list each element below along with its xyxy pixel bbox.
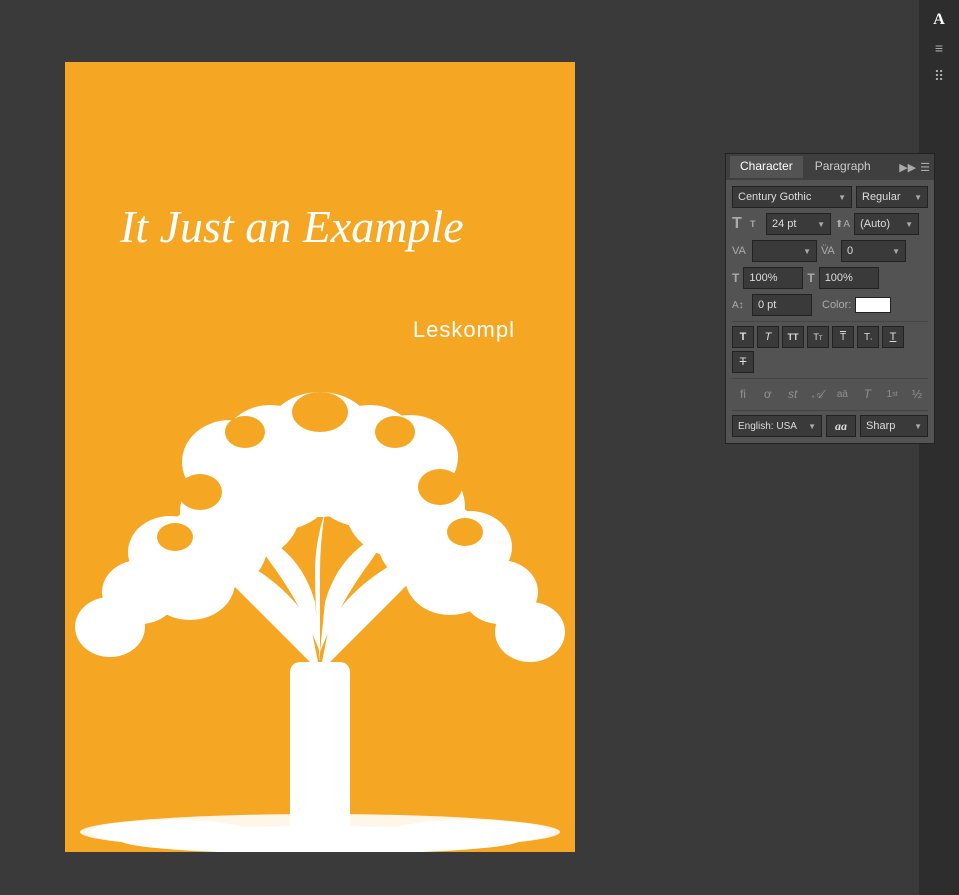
- tracking-input[interactable]: 0 ▼: [841, 240, 906, 262]
- contextual-button[interactable]: T: [856, 383, 878, 405]
- baseline-icon: A↕: [732, 300, 748, 311]
- swash-button[interactable]: 𝒜: [807, 383, 829, 405]
- tab-character[interactable]: Character: [730, 156, 803, 178]
- scale-row: T 100% T 100%: [732, 267, 928, 289]
- tracking-icon: V̈A: [821, 245, 837, 257]
- font-family-row: Century Gothic ▼ Regular ▼: [732, 186, 928, 208]
- panel-menu-icon[interactable]: ☰: [920, 161, 930, 174]
- vertical-scale-input[interactable]: 100%: [743, 267, 803, 289]
- artwork-title: It Just an Example: [120, 202, 464, 253]
- horizontal-scale-icon: T: [807, 271, 814, 285]
- antialias-method-dropdown[interactable]: Sharp ▼: [860, 415, 928, 437]
- bold-button[interactable]: T: [732, 326, 754, 348]
- panel-tab-arrows: ▶▶ ☰: [899, 161, 930, 174]
- leading-icon: ⬆A: [835, 219, 850, 230]
- superscript-button[interactable]: T: [832, 326, 854, 348]
- color-swatch[interactable]: [855, 297, 891, 313]
- titling-button[interactable]: aā: [832, 383, 854, 405]
- leading-input[interactable]: (Auto) ▼: [854, 213, 919, 235]
- panel-tabs: Character Paragraph ▶▶ ☰: [726, 154, 934, 180]
- panel-body: Century Gothic ▼ Regular ▼ T T 24 pt ▼ ⬆…: [726, 180, 934, 443]
- glyph-buttons: fi ơ st 𝒜 aā T 1st ½: [732, 383, 928, 405]
- language-antialias-row: English: USA ▼ aa Sharp ▼: [732, 415, 928, 437]
- font-size-t-small: T: [750, 219, 762, 229]
- horizontal-scale-input[interactable]: 100%: [819, 267, 879, 289]
- panel-expand-icon[interactable]: ▶▶: [899, 161, 916, 174]
- sidebar-icon-grid[interactable]: ⠿: [923, 64, 955, 88]
- font-size-row: T T 24 pt ▼ ⬆A (Auto) ▼: [732, 213, 928, 235]
- underline-button[interactable]: T: [882, 326, 904, 348]
- subscript-button[interactable]: T,: [857, 326, 879, 348]
- font-size-icon: T: [732, 215, 746, 233]
- font-style-arrow: ▼: [914, 193, 922, 202]
- text-style-buttons: T T TT Tt T T, T T: [732, 326, 928, 373]
- ordinal-button[interactable]: 1st: [881, 383, 903, 405]
- smallcaps-button[interactable]: Tt: [807, 326, 829, 348]
- tab-paragraph[interactable]: Paragraph: [805, 156, 881, 178]
- italic-button[interactable]: T: [757, 326, 779, 348]
- vertical-scale-icon: T: [732, 271, 739, 285]
- leading-arrow: ▼: [905, 220, 913, 229]
- sidebar-icon-text[interactable]: A: [923, 8, 955, 32]
- divider-3: [732, 410, 928, 411]
- divider-2: [732, 378, 928, 379]
- allcaps-button[interactable]: TT: [782, 326, 804, 348]
- kerning-input[interactable]: ▼: [752, 240, 817, 262]
- divider-1: [732, 321, 928, 322]
- language-dropdown[interactable]: English: USA ▼: [732, 415, 822, 437]
- antialias-label: aa: [826, 415, 856, 437]
- strikethrough-button[interactable]: T: [732, 351, 754, 373]
- oldstyle-button[interactable]: ơ: [757, 383, 779, 405]
- stylistic-button[interactable]: st: [782, 383, 804, 405]
- font-family-dropdown[interactable]: Century Gothic ▼: [732, 186, 852, 208]
- font-style-dropdown[interactable]: Regular ▼: [856, 186, 928, 208]
- fraction-button[interactable]: ½: [906, 383, 928, 405]
- language-arrow: ▼: [808, 422, 816, 431]
- right-sidebar: A ≡ ⠿: [919, 0, 959, 895]
- baseline-input[interactable]: 0 pt: [752, 294, 812, 316]
- tracking-arrow: ▼: [892, 247, 900, 256]
- color-label: Color:: [822, 299, 851, 311]
- kerning-icon: VA: [732, 245, 748, 257]
- tree-illustration: [70, 292, 570, 852]
- kerning-arrow: ▼: [803, 247, 811, 256]
- font-size-input[interactable]: 24 pt ▼: [766, 213, 831, 235]
- ligature-button[interactable]: fi: [732, 383, 754, 405]
- artwork-canvas: It Just an Example Leskompl: [65, 62, 575, 852]
- font-size-arrow: ▼: [817, 220, 825, 229]
- baseline-color-row: A↕ 0 pt Color:: [732, 294, 928, 316]
- font-family-arrow: ▼: [838, 193, 846, 202]
- canvas-area: It Just an Example Leskompl: [0, 0, 919, 895]
- antialias-method-arrow: ▼: [914, 422, 922, 431]
- character-panel: Character Paragraph ▶▶ ☰ Century Gothic …: [725, 153, 935, 444]
- kerning-tracking-row: VA ▼ V̈A 0 ▼: [732, 240, 928, 262]
- sidebar-icon-menu[interactable]: ≡: [923, 36, 955, 60]
